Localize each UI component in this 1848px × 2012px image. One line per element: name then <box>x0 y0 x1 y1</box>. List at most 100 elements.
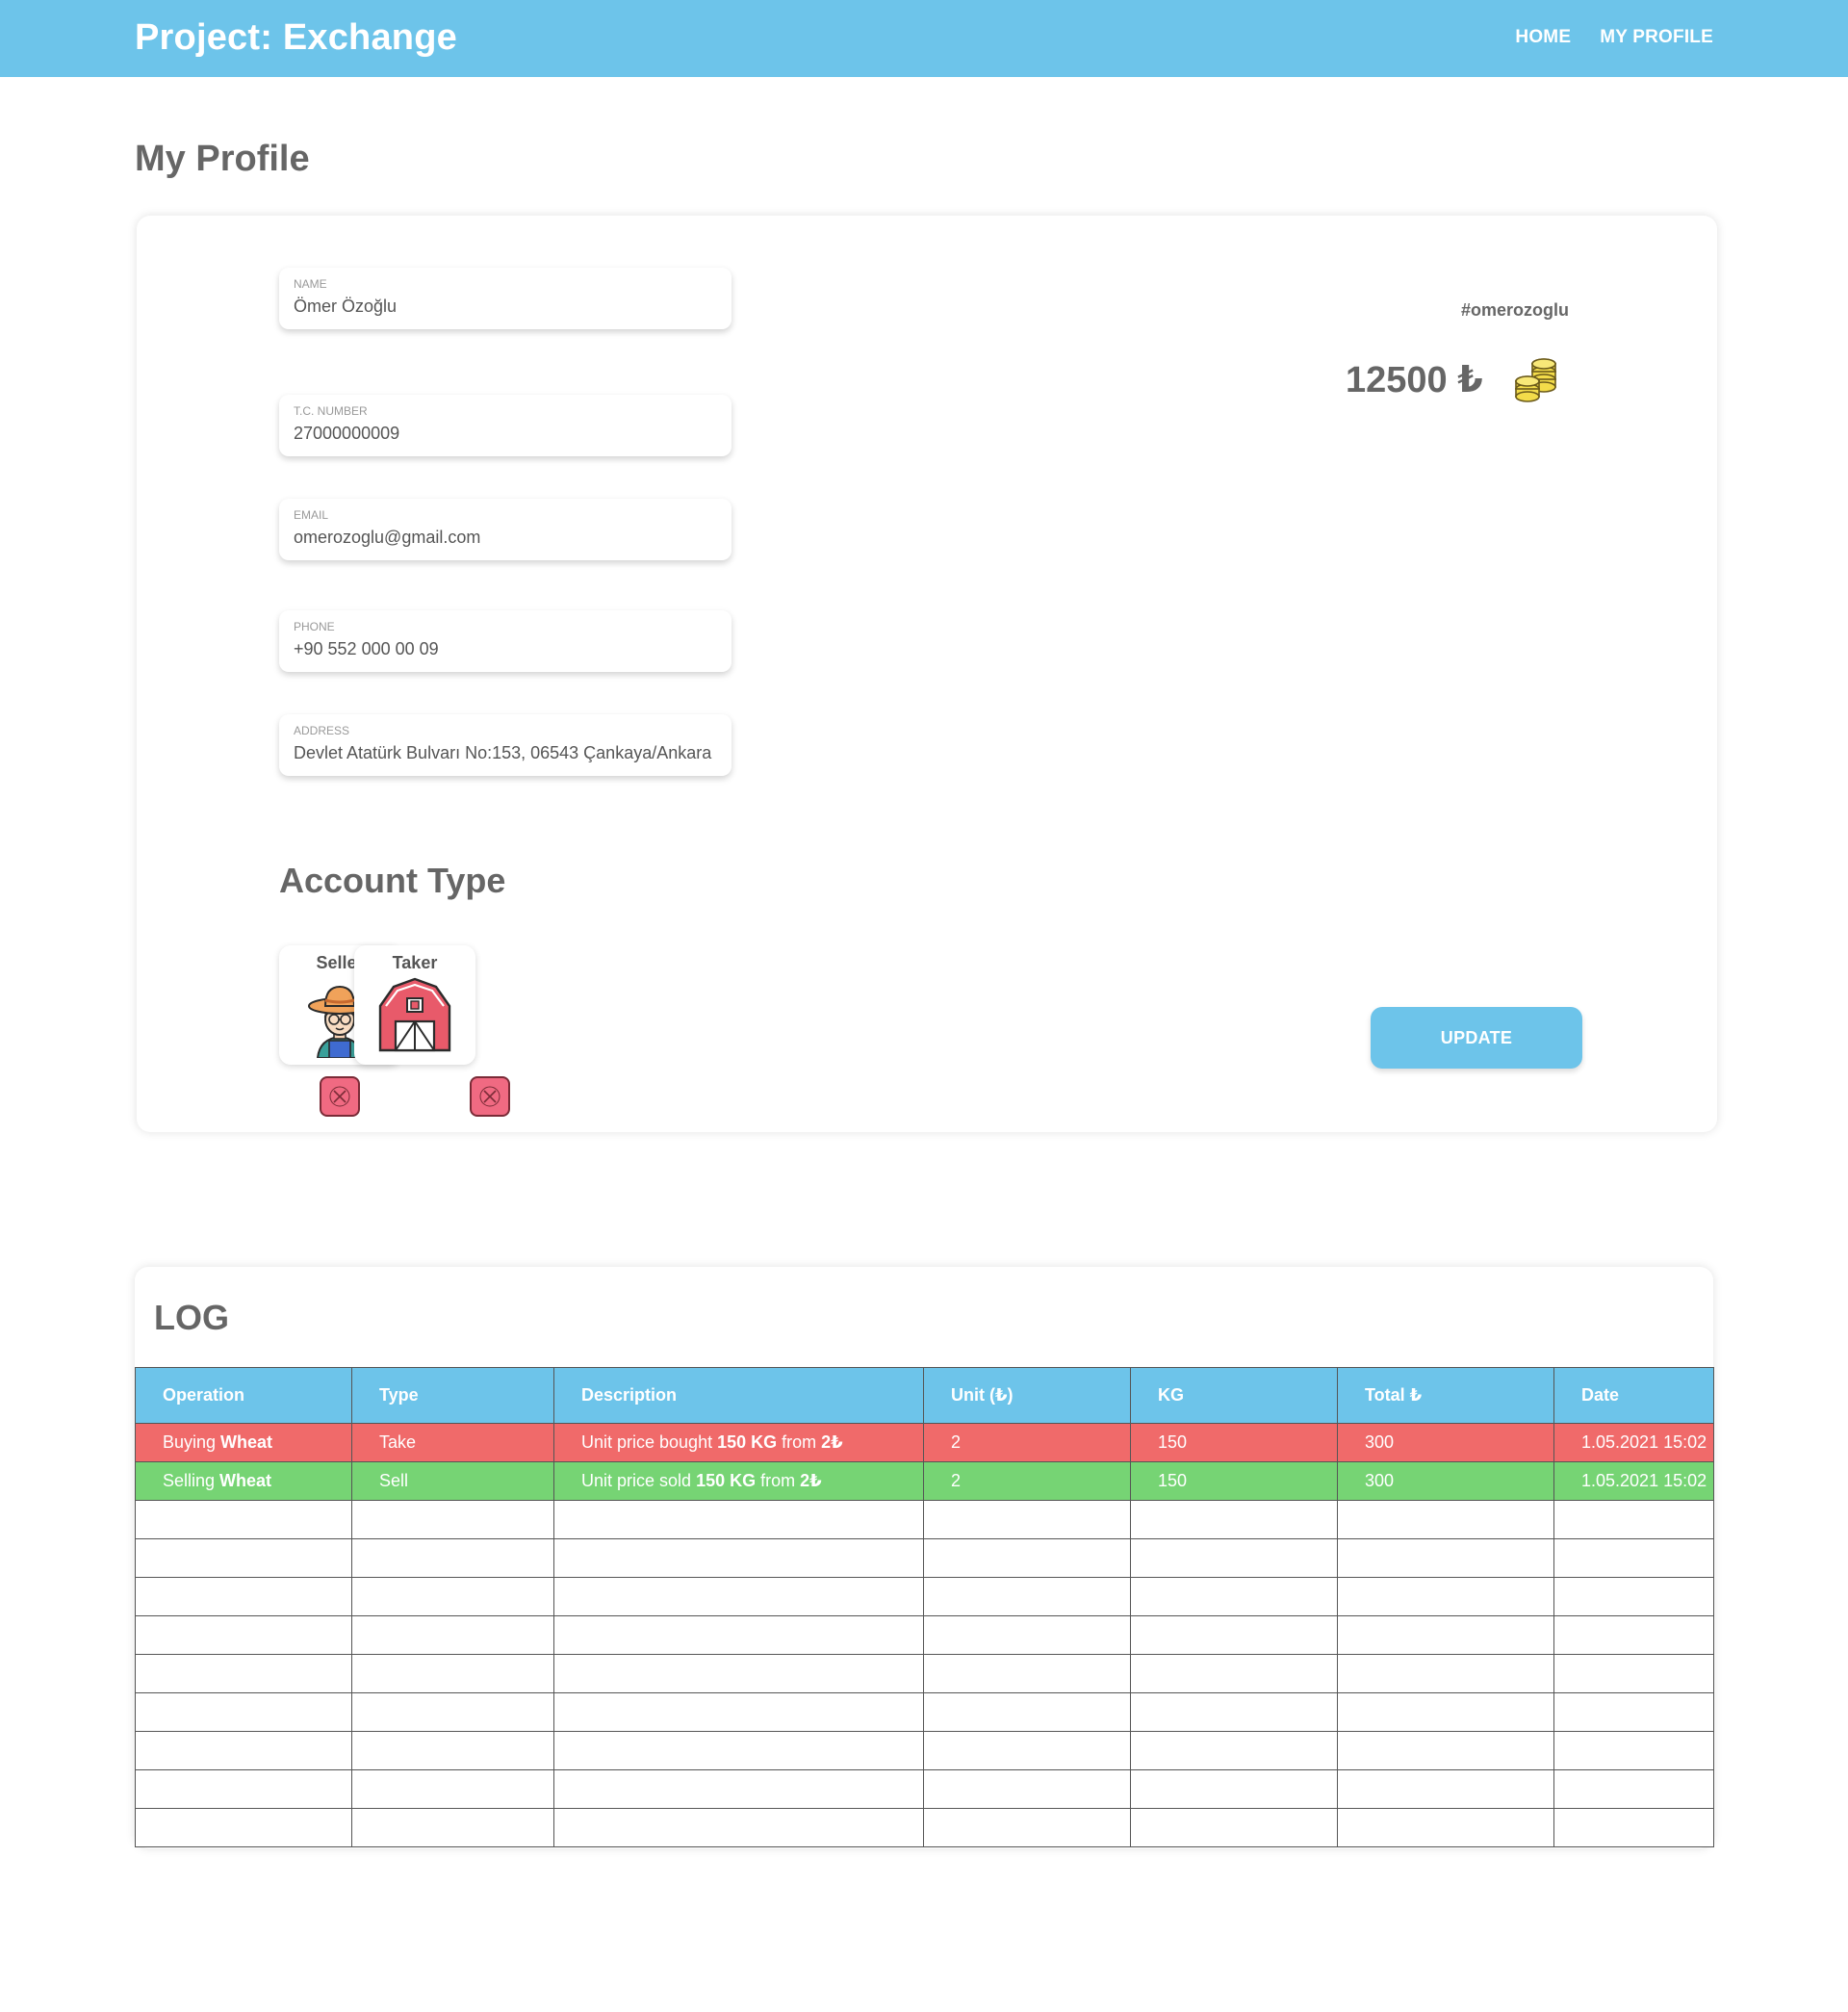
empty-cell <box>135 1692 352 1732</box>
empty-table-row <box>135 1808 1714 1847</box>
column-header[interactable]: Date <box>1553 1367 1714 1424</box>
empty-cell <box>1337 1769 1554 1809</box>
empty-cell <box>351 1538 554 1578</box>
operation-cell: Selling Wheat <box>135 1461 352 1501</box>
empty-cell <box>1553 1769 1714 1809</box>
empty-cell <box>1553 1654 1714 1693</box>
total-cell: 300 <box>1337 1423 1554 1462</box>
type-cell: Take <box>351 1423 554 1462</box>
empty-cell <box>135 1731 352 1770</box>
empty-cell <box>351 1769 554 1809</box>
tc-number-label: T.C. NUMBER <box>294 404 368 418</box>
taker-deselect-button[interactable] <box>470 1076 510 1117</box>
empty-table-row <box>135 1538 1714 1578</box>
empty-cell <box>1130 1615 1338 1655</box>
empty-cell <box>553 1692 924 1732</box>
name-value[interactable]: Ömer Özoğlu <box>294 296 717 317</box>
name-field[interactable]: NAME Ömer Özoğlu <box>279 268 732 329</box>
total-cell: 300 <box>1337 1461 1554 1501</box>
balance-amount: 12500 ₺ <box>1346 360 1483 400</box>
kg-cell: 150 <box>1130 1461 1338 1501</box>
nav-home-link[interactable]: HOME <box>1515 27 1571 48</box>
unit-cell: 2 <box>923 1461 1131 1501</box>
column-header[interactable]: KG <box>1130 1367 1338 1424</box>
description-cell: Unit price sold 150 KG from 2₺ <box>553 1461 924 1501</box>
empty-cell <box>923 1692 1131 1732</box>
empty-cell <box>923 1577 1131 1616</box>
update-button[interactable]: UPDATE <box>1371 1007 1582 1069</box>
empty-table-row <box>135 1500 1714 1539</box>
empty-cell <box>351 1577 554 1616</box>
empty-table-row <box>135 1731 1714 1770</box>
profile-card: NAME Ömer Özoğlu T.C. NUMBER 27000000009… <box>137 216 1717 1132</box>
email-field[interactable]: EMAIL omerozoglu@gmail.com <box>279 499 732 560</box>
empty-cell <box>1553 1615 1714 1655</box>
empty-cell <box>1553 1731 1714 1770</box>
empty-cell <box>1130 1808 1338 1847</box>
empty-cell <box>135 1808 352 1847</box>
brand-title[interactable]: Project: Exchange <box>135 17 457 59</box>
phone-value[interactable]: +90 552 000 00 09 <box>294 638 717 659</box>
empty-cell <box>553 1808 924 1847</box>
column-header[interactable]: Type <box>351 1367 554 1424</box>
address-field[interactable]: ADDRESS Devlet Atatürk Bulvarı No:153, 0… <box>279 714 732 776</box>
table-row[interactable]: Buying Wheat Take Unit price bought 150 … <box>135 1423 1714 1462</box>
page-title: My Profile <box>135 139 310 179</box>
table-row[interactable]: Selling Wheat Sell Unit price sold 150 K… <box>135 1461 1714 1501</box>
empty-cell <box>1130 1500 1338 1539</box>
log-table: Operation Type Description Unit (₺) KG T… <box>135 1367 1714 1847</box>
name-label: NAME <box>294 277 327 291</box>
main-nav: HOME MY PROFILE <box>1515 27 1713 48</box>
column-header[interactable]: Operation <box>135 1367 352 1424</box>
account-type-title: Account Type <box>279 861 506 900</box>
empty-cell <box>1337 1654 1554 1693</box>
phone-field[interactable]: PHONE +90 552 000 00 09 <box>279 610 732 672</box>
column-header[interactable]: Description <box>553 1367 924 1424</box>
tc-number-value[interactable]: 27000000009 <box>294 423 717 444</box>
operation-cell: Buying Wheat <box>135 1423 352 1462</box>
email-value[interactable]: omerozoglu@gmail.com <box>294 527 717 548</box>
empty-cell <box>351 1808 554 1847</box>
empty-cell <box>135 1500 352 1539</box>
empty-cell <box>553 1615 924 1655</box>
empty-cell <box>1130 1538 1338 1578</box>
empty-cell <box>923 1654 1131 1693</box>
close-icon <box>479 1086 500 1107</box>
empty-cell <box>923 1500 1131 1539</box>
username-tag: #omerozoglu <box>1460 300 1569 320</box>
empty-cell <box>1553 1577 1714 1616</box>
empty-cell <box>1553 1692 1714 1732</box>
column-header[interactable]: Total ₺ <box>1337 1367 1554 1424</box>
seller-deselect-button[interactable] <box>320 1076 360 1117</box>
nav-my-profile-link[interactable]: MY PROFILE <box>1600 27 1713 48</box>
empty-table-row <box>135 1615 1714 1655</box>
empty-cell <box>923 1731 1131 1770</box>
empty-table-row <box>135 1692 1714 1732</box>
address-label: ADDRESS <box>294 724 350 737</box>
empty-cell <box>1337 1538 1554 1578</box>
empty-cell <box>1337 1692 1554 1732</box>
empty-table-row <box>135 1577 1714 1616</box>
tc-number-field[interactable]: T.C. NUMBER 27000000009 <box>279 395 732 456</box>
empty-cell <box>1130 1692 1338 1732</box>
column-header[interactable]: Unit (₺) <box>923 1367 1131 1424</box>
email-label: EMAIL <box>294 508 329 522</box>
empty-cell <box>351 1500 554 1539</box>
empty-cell <box>553 1500 924 1539</box>
empty-cell <box>135 1577 352 1616</box>
kg-cell: 150 <box>1130 1423 1338 1462</box>
empty-cell <box>135 1654 352 1693</box>
empty-cell <box>923 1769 1131 1809</box>
empty-cell <box>1130 1731 1338 1770</box>
empty-cell <box>923 1808 1131 1847</box>
close-icon <box>329 1086 350 1107</box>
empty-cell <box>1337 1577 1554 1616</box>
address-value[interactable]: Devlet Atatürk Bulvarı No:153, 06543 Çan… <box>294 742 717 763</box>
empty-cell <box>1130 1769 1338 1809</box>
empty-cell <box>553 1731 924 1770</box>
taker-type-card[interactable]: Taker <box>354 945 475 1065</box>
empty-cell <box>1337 1731 1554 1770</box>
empty-cell <box>553 1654 924 1693</box>
date-cell: 1.05.2021 15:02 <box>1553 1423 1714 1462</box>
empty-cell <box>351 1615 554 1655</box>
